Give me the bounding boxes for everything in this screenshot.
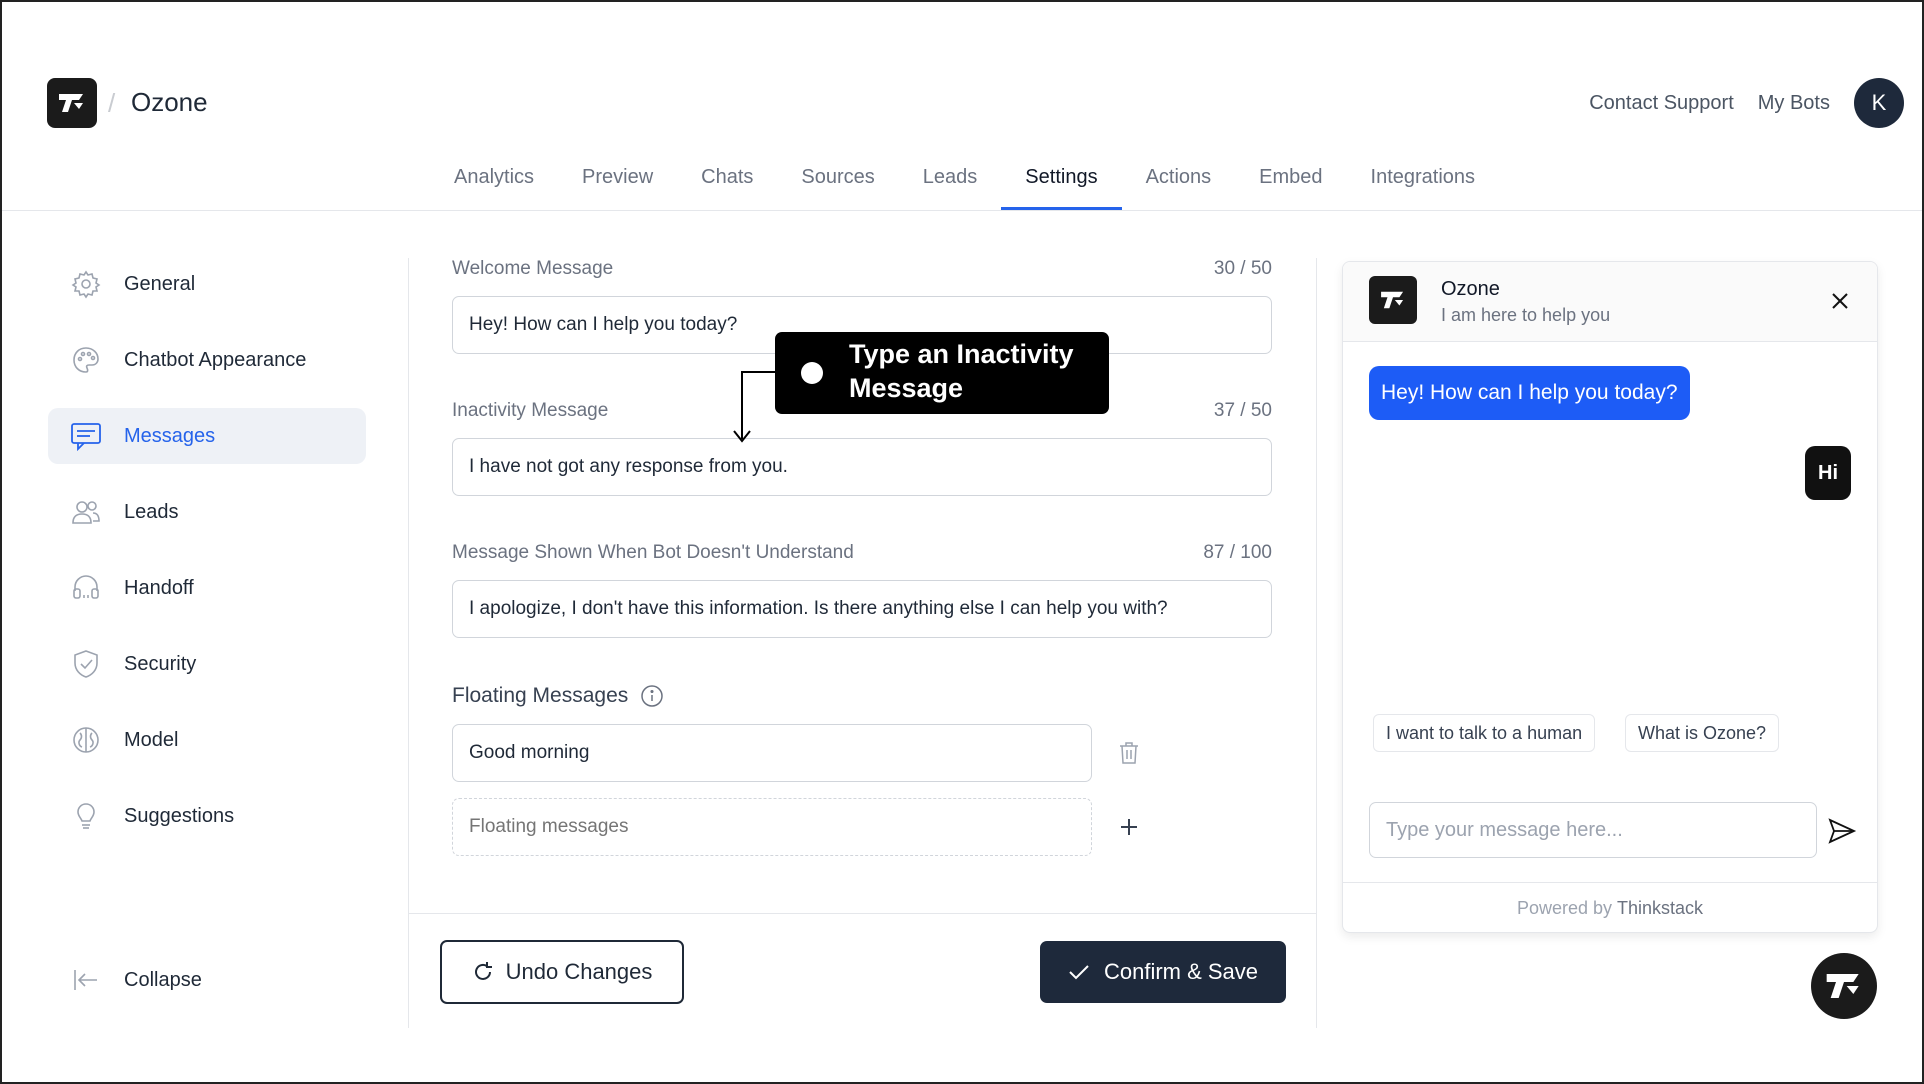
info-icon[interactable] [640, 684, 664, 708]
brain-icon [70, 724, 102, 756]
sidebar-item-label: Messages [124, 424, 216, 447]
not-understand-message-input[interactable] [452, 580, 1272, 638]
sidebar-item-general[interactable]: General [48, 256, 366, 312]
chat-launcher-button[interactable] [1811, 953, 1877, 1019]
welcome-message-label: Welcome Message [452, 258, 614, 279]
tab-actions[interactable]: Actions [1122, 150, 1236, 210]
sidebar-item-handoff[interactable]: Handoff [48, 560, 366, 616]
powered-by-footer: Powered by Thinkstack [1343, 882, 1877, 932]
undo-changes-label: Undo Changes [505, 959, 653, 984]
tab-chats[interactable]: Chats [677, 150, 777, 210]
send-icon[interactable] [1827, 816, 1857, 846]
inactivity-message-label: Inactivity Message [452, 400, 609, 421]
logo-mark-icon [1381, 291, 1404, 309]
sidebar-item-label: Security [124, 652, 197, 675]
tab-integrations[interactable]: Integrations [1347, 150, 1500, 210]
logo-mark-icon [59, 94, 83, 112]
preview-divider [1316, 258, 1317, 1028]
powered-by-brand[interactable]: Thinkstack [1617, 898, 1703, 919]
sidebar-item-suggestions[interactable]: Suggestions [48, 788, 366, 844]
tab-leads[interactable]: Leads [899, 150, 1002, 210]
not-understand-message-count: 87 / 100 [1203, 542, 1272, 563]
chat-title: Ozone [1441, 278, 1500, 300]
floating-message-input[interactable] [452, 724, 1092, 782]
inactivity-message-input[interactable] [452, 438, 1272, 496]
users-icon [70, 496, 102, 528]
user-message-bubble: Hi [1805, 446, 1851, 500]
form-footer-divider [409, 913, 1316, 914]
sidebar-item-model[interactable]: Model [48, 712, 366, 768]
chat-header: Ozone I am here to help you [1343, 262, 1877, 342]
inactivity-message-field: Inactivity Message 37 / 50 [452, 400, 1272, 496]
suggestion-chip-human[interactable]: I want to talk to a human [1373, 714, 1596, 752]
header-divider [2, 210, 1922, 211]
confirm-save-label: Confirm & Save [1103, 959, 1259, 984]
collapse-button[interactable]: Collapse [48, 952, 366, 1008]
tab-analytics[interactable]: Analytics [430, 150, 558, 210]
palette-icon [70, 344, 102, 376]
my-bots-link[interactable]: My Bots [1758, 92, 1830, 115]
tab-sources[interactable]: Sources [777, 150, 898, 210]
sidebar-item-messages[interactable]: Messages [48, 408, 366, 464]
chat-logo [1369, 276, 1417, 324]
not-understand-message-field: Message Shown When Bot Doesn't Understan… [452, 542, 1272, 638]
settings-sidebar: General Chatbot Appearance Messages Lead… [48, 256, 366, 864]
undo-changes-button[interactable]: Undo Changes [440, 940, 684, 1004]
sidebar-item-leads[interactable]: Leads [48, 484, 366, 540]
chat-message-input[interactable] [1369, 802, 1817, 858]
welcome-message-count: 30 / 50 [1213, 258, 1272, 279]
close-icon[interactable] [1827, 288, 1853, 314]
trash-icon[interactable] [1114, 738, 1144, 768]
message-icon [70, 420, 102, 452]
guide-tooltip: Type an Inactivity Message [775, 332, 1109, 414]
bot-message-bubble: Hey! How can I help you today? [1369, 366, 1690, 420]
collapse-label: Collapse [124, 968, 202, 991]
floating-message-new-row [452, 798, 1272, 856]
sidebar-item-label: Chatbot Appearance [124, 348, 307, 371]
check-icon [1069, 965, 1089, 980]
chat-subtitle: I am here to help you [1441, 305, 1611, 325]
suggestion-chip-what-is-ozone[interactable]: What is Ozone? [1625, 714, 1780, 752]
floating-message-row [452, 724, 1272, 782]
powered-by-text: Powered by [1516, 898, 1613, 918]
not-understand-message-label: Message Shown When Bot Doesn't Understan… [452, 542, 854, 563]
sidebar-item-label: General [124, 272, 196, 295]
lightbulb-icon [70, 800, 102, 832]
floating-messages-heading: Floating Messages [452, 684, 1272, 708]
shield-icon [70, 648, 102, 680]
contact-support-link[interactable]: Contact Support [1589, 92, 1734, 115]
refresh-icon [474, 962, 492, 980]
sidebar-item-chatbot-appearance[interactable]: Chatbot Appearance [48, 332, 366, 388]
sidebar-item-label: Leads [124, 500, 179, 523]
sidebar-item-label: Suggestions [124, 804, 235, 827]
headset-icon [70, 572, 102, 604]
sidebar-item-security[interactable]: Security [48, 636, 366, 692]
chat-preview: Ozone I am here to help you Hey! How can… [1342, 261, 1878, 933]
bot-name: Ozone [131, 87, 208, 117]
plus-icon[interactable] [1114, 812, 1144, 842]
tooltip-text-line2: Message [849, 373, 964, 403]
confirm-save-button[interactable]: Confirm & Save [1040, 941, 1286, 1003]
logo-mark-icon [1826, 974, 1859, 998]
tooltip-dot [801, 362, 823, 384]
tab-embed[interactable]: Embed [1235, 150, 1346, 210]
gear-icon [70, 268, 102, 300]
floating-message-new-input[interactable] [452, 798, 1092, 856]
inactivity-message-count: 37 / 50 [1213, 400, 1272, 421]
tab-settings[interactable]: Settings [1001, 150, 1122, 210]
collapse-icon [70, 964, 102, 996]
breadcrumb-separator: / [108, 88, 116, 118]
sidebar-item-label: Handoff [124, 576, 194, 599]
tab-preview[interactable]: Preview [558, 150, 677, 210]
floating-messages-label: Floating Messages [452, 684, 629, 707]
main-tabs: Analytics Preview Chats Sources Leads Se… [430, 150, 1499, 210]
avatar[interactable]: K [1854, 78, 1904, 128]
app-logo[interactable] [47, 78, 97, 128]
sidebar-item-label: Model [124, 728, 179, 751]
top-nav: Contact Support My Bots K [1589, 78, 1904, 128]
tooltip-text-line1: Type an Inactivity [849, 339, 1074, 369]
